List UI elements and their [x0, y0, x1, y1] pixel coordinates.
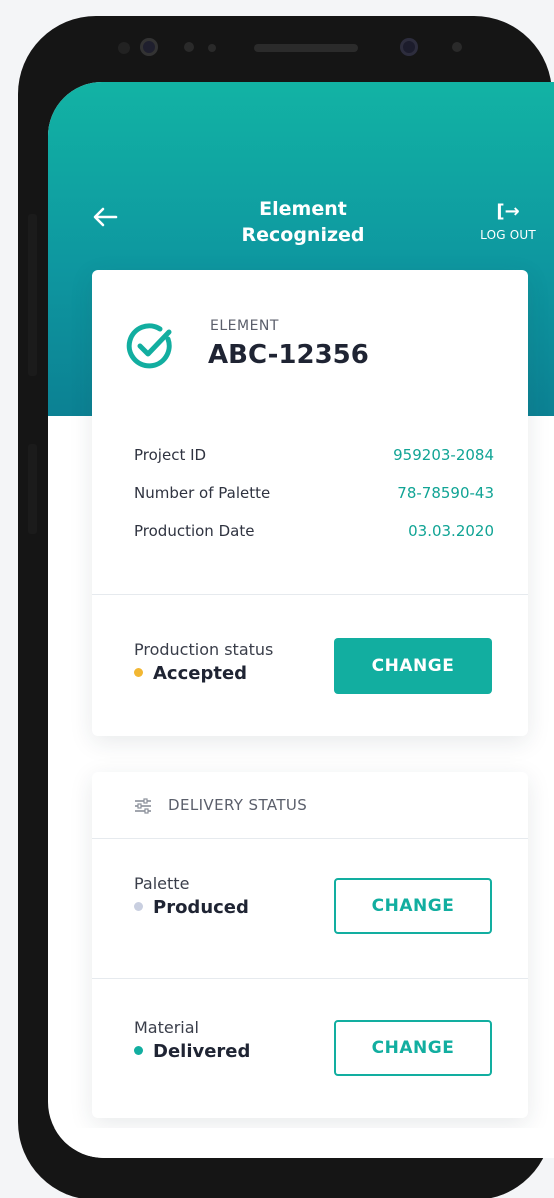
sensor-icon	[118, 42, 130, 54]
element-card: ELEMENT ABC-12356 Project ID 959203-2084…	[92, 270, 528, 736]
arrow-left-icon	[93, 207, 118, 227]
production-status: Production status Accepted	[134, 640, 273, 684]
detail-label: Number of Palette	[134, 484, 271, 502]
back-button[interactable]	[88, 202, 122, 232]
card-divider	[92, 978, 528, 979]
delivery-item-value: Delivered	[134, 1041, 250, 1062]
delivery-status-title: DELIVERY STATUS	[168, 796, 308, 814]
page: Element Recognized [→ LOG OUT ELEMENT AB…	[0, 0, 554, 1198]
front-camera-icon	[140, 38, 158, 56]
phone-top-bezel	[18, 16, 552, 76]
detail-value: 03.03.2020	[408, 522, 494, 540]
production-status-value: Accepted	[134, 663, 273, 684]
card-divider	[92, 594, 528, 595]
element-code: ABC-12356	[208, 340, 369, 370]
logout-button[interactable]: [→ LOG OUT	[472, 201, 544, 243]
volume-button	[28, 214, 37, 376]
change-palette-status-button[interactable]: CHANGE	[334, 878, 492, 934]
delivery-item-text: Produced	[153, 897, 249, 918]
delivery-status-card: DELIVERY STATUS Palette Produced CHANGE …	[92, 772, 528, 1118]
change-material-status-button[interactable]: CHANGE	[334, 1020, 492, 1076]
detail-label: Production Date	[134, 522, 255, 540]
iris-camera-icon	[400, 38, 418, 56]
page-title: Element Recognized	[241, 198, 365, 246]
delivery-item-value: Produced	[134, 897, 249, 918]
earpiece-speaker	[254, 44, 358, 52]
detail-row-project-id: Project ID 959203-2084	[134, 446, 494, 470]
power-button	[28, 444, 37, 534]
status-dot-yellow	[134, 667, 143, 677]
phone-frame: Element Recognized [→ LOG OUT ELEMENT AB…	[18, 16, 554, 1198]
detail-row-palette-number: Number of Palette 78-78590-43	[134, 484, 494, 508]
delivery-item-material: Material Delivered	[134, 1018, 250, 1062]
delivery-item-label: Material	[134, 1018, 199, 1037]
status-dot-teal	[134, 1045, 143, 1055]
sensor-icon	[452, 42, 462, 52]
delivery-item-label: Palette	[134, 874, 190, 893]
detail-value: 959203-2084	[393, 446, 494, 464]
detail-value: 78-78590-43	[397, 484, 494, 502]
top-bar: Element Recognized [→ LOG OUT	[48, 192, 554, 262]
card-divider	[92, 838, 528, 839]
logout-label: LOG OUT	[480, 228, 536, 242]
sensor-icon	[208, 44, 216, 52]
change-production-status-button[interactable]: CHANGE	[334, 638, 492, 694]
delivery-item-palette: Palette Produced	[134, 874, 249, 918]
logout-icon: [→	[496, 201, 520, 222]
production-status-text: Accepted	[153, 663, 248, 684]
element-kicker: ELEMENT	[210, 318, 279, 334]
detail-row-production-date: Production Date 03.03.2020	[134, 522, 494, 546]
sliders-icon	[135, 798, 151, 814]
app-screen: Element Recognized [→ LOG OUT ELEMENT AB…	[48, 82, 554, 1158]
status-dot-grey	[134, 901, 143, 911]
production-status-label: Production status	[134, 640, 274, 659]
screen-bottom	[48, 1128, 554, 1158]
check-circle-icon	[126, 323, 172, 369]
detail-label: Project ID	[134, 446, 207, 464]
delivery-item-text: Delivered	[153, 1041, 251, 1062]
sensor-icon	[184, 42, 194, 52]
